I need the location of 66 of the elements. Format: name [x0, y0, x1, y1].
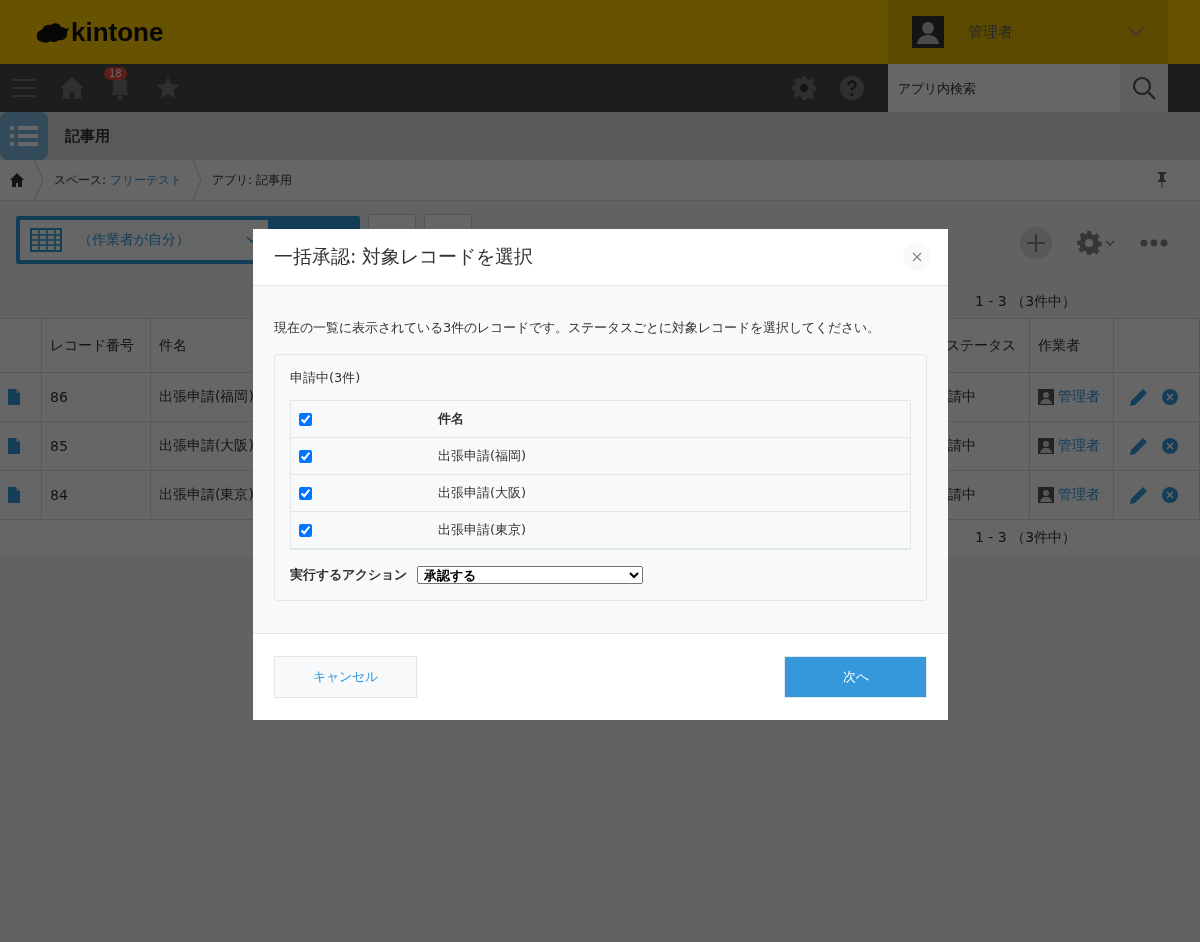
checkbox[interactable]: [299, 449, 312, 463]
group-title: 申請中(3件): [290, 369, 362, 387]
document-icon[interactable]: [8, 438, 20, 454]
assignee-link[interactable]: 管理者: [1058, 437, 1100, 455]
settings-icon[interactable]: [792, 76, 816, 100]
table-cell: 84: [50, 487, 68, 503]
table-cell: 出張申請(東京): [159, 486, 254, 504]
cancel-button[interactable]: キャンセル: [274, 656, 417, 698]
close-circle-icon[interactable]: [1162, 389, 1178, 405]
search-icon: [1132, 76, 1156, 100]
home-icon[interactable]: [10, 173, 24, 187]
assignee-link[interactable]: 管理者: [1058, 486, 1100, 504]
pencil-icon[interactable]: [1130, 437, 1148, 455]
list-app-icon[interactable]: [0, 112, 48, 160]
close-icon: [912, 252, 922, 262]
user-avatar-icon: [1038, 438, 1054, 454]
pin-icon[interactable]: [1156, 172, 1168, 188]
table-cell: 出張申請(大阪): [159, 437, 254, 455]
pencil-icon[interactable]: [1130, 388, 1148, 406]
checkbox[interactable]: [299, 412, 312, 426]
close-circle-icon[interactable]: [1162, 438, 1178, 454]
user-avatar-icon: [1038, 487, 1054, 503]
checkbox[interactable]: [299, 523, 312, 537]
table-cell: 85: [50, 438, 68, 454]
search-field[interactable]: アプリ内検索: [888, 64, 1120, 112]
pager-text: 1 - 3 （3件中）: [975, 529, 1077, 547]
column-header: 件名: [438, 410, 464, 428]
checkbox[interactable]: [299, 486, 312, 500]
assignee-link[interactable]: 管理者: [1058, 388, 1100, 406]
help-icon[interactable]: [840, 76, 864, 100]
table-cell: 出張申請(福岡): [438, 447, 527, 465]
table-cell: 出張申請(東京): [438, 521, 527, 539]
notification-badge: 18: [104, 67, 127, 80]
table-cell: 請中: [948, 437, 976, 455]
table-grid-icon: [30, 228, 62, 252]
document-icon[interactable]: [8, 487, 20, 503]
dialog-description: 現在の一覧に表示されている3件のレコードです。ステータスごとに対象レコードを選択してください。: [274, 319, 882, 337]
close-button[interactable]: [903, 243, 931, 271]
view-name: （作業者が自分）: [78, 231, 191, 249]
table-cell: 請中: [948, 486, 976, 504]
pencil-icon[interactable]: [1130, 486, 1148, 504]
table-cell: 出張申請(大阪): [438, 484, 527, 502]
cloud-logo-icon: [35, 20, 69, 44]
breadcrumb-link[interactable]: フリーテスト: [110, 171, 183, 189]
app-title: 記事用: [65, 126, 110, 146]
user-avatar-icon: [1038, 389, 1054, 405]
user-avatar-icon: [912, 16, 944, 48]
next-button[interactable]: 次へ: [784, 656, 927, 698]
close-circle-icon[interactable]: [1162, 487, 1178, 503]
breadcrumb-label: スペース:: [54, 171, 107, 189]
action-label: 実行するアクション: [290, 566, 407, 584]
plus-icon[interactable]: [1020, 227, 1052, 259]
more-dots-icon[interactable]: [1140, 239, 1168, 247]
table-cell: 出張申請(福岡): [159, 388, 254, 406]
table-cell: 86: [50, 389, 68, 405]
search-button[interactable]: [1120, 64, 1168, 112]
pager-text: 1 - 3 （3件中）: [975, 292, 1077, 311]
document-icon[interactable]: [8, 389, 20, 405]
gear-dropdown-icon[interactable]: [1076, 230, 1116, 256]
chevron-separator-icon: [34, 160, 44, 200]
column-header[interactable]: レコード番号: [42, 319, 151, 373]
column-header[interactable]: 作業者: [1030, 319, 1114, 373]
action-select[interactable]: 承認する: [417, 566, 643, 584]
table-cell: 請中: [948, 388, 976, 406]
breadcrumb-item[interactable]: アプリ: 記事用: [212, 171, 292, 189]
logo-text: kintone: [71, 16, 164, 48]
